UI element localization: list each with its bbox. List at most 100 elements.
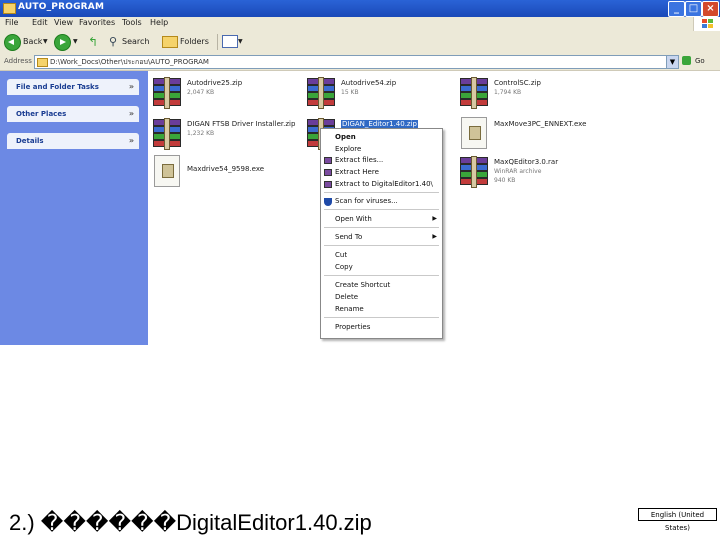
file-name: DIGAN_Editor1.40.zip (341, 120, 418, 128)
application-icon (461, 117, 487, 149)
folders-icon[interactable] (162, 33, 178, 51)
winrar-archive-icon (460, 77, 488, 109)
menu-separator (324, 317, 439, 318)
winrar-archive-icon (460, 156, 488, 188)
menu-bar: File Edit View Favorites Tools Help (0, 17, 720, 32)
folders-button[interactable]: Folders (180, 33, 209, 51)
winrar-icon (324, 157, 332, 164)
title-bar: AUTO_PROGRAM _ □ × (0, 0, 720, 17)
close-button[interactable]: × (702, 1, 719, 17)
menu-item-delete[interactable]: Delete (335, 293, 358, 301)
file-name: DIGAN FTSB Driver Installer.zip (187, 120, 296, 128)
submenu-arrow-icon: ▶ (432, 215, 437, 222)
file-item[interactable]: Autodrive54.zip 15 KB (307, 76, 457, 112)
menu-separator (324, 245, 439, 246)
menu-item-properties[interactable]: Properties (335, 323, 370, 331)
back-icon[interactable] (4, 34, 21, 51)
menu-item-open[interactable]: Open (335, 133, 356, 141)
menu-item-extract-files[interactable]: Extract files... (335, 156, 383, 164)
context-menu: Open Explore Extract files... Extract He… (320, 128, 443, 339)
go-label: Go (695, 57, 705, 65)
go-arrow-icon (682, 56, 691, 65)
window-title: AUTO_PROGRAM (18, 2, 105, 12)
slide-caption: 2.) ������DigitalEditor1.40.zip (9, 510, 372, 535)
file-item[interactable]: DIGAN FTSB Driver Installer.zip 1,232 KB (153, 117, 303, 153)
forward-icon[interactable] (54, 34, 71, 51)
minimize-button[interactable]: _ (668, 1, 685, 17)
file-name: Maxdrive54_9598.exe (187, 165, 265, 173)
menu-item-create-shortcut[interactable]: Create Shortcut (335, 281, 390, 289)
menu-separator (324, 275, 439, 276)
address-path[interactable]: D:\Work_Docs\Other\ประกอบ\AUTO_PROGRAM (50, 57, 209, 68)
winrar-archive-icon (153, 77, 181, 109)
menu-item-copy[interactable]: Copy (335, 263, 353, 271)
maximize-button[interactable]: □ (685, 1, 702, 17)
menu-separator (324, 209, 439, 210)
menu-separator (324, 192, 439, 193)
address-label: Address (4, 57, 32, 65)
winrar-icon (324, 181, 332, 188)
menu-view[interactable]: View (54, 18, 73, 27)
forward-dropdown-icon[interactable]: ▼ (73, 33, 78, 51)
toolbar-separator (217, 34, 218, 50)
collapse-chevron-icon[interactable]: » (129, 109, 134, 118)
collapse-chevron-icon[interactable]: » (129, 82, 134, 91)
back-button[interactable]: Back (23, 33, 42, 51)
address-field[interactable]: D:\Work_Docs\Other\ประกอบ\AUTO_PROGRAM (34, 55, 678, 69)
address-dropdown-icon[interactable]: ▼ (666, 55, 679, 69)
menu-item-rename[interactable]: Rename (335, 305, 364, 313)
folder-icon (3, 3, 16, 14)
task-section-details[interactable]: Details » (7, 133, 139, 149)
file-type: WinRAR archive (494, 168, 542, 175)
menu-favorites[interactable]: Favorites (79, 18, 115, 27)
collapse-chevron-icon[interactable]: » (129, 136, 134, 145)
file-item[interactable]: MaxQEditor3.0.rar WinRAR archive 940 KB (460, 155, 610, 191)
selected-file-name: DIGAN_Editor1.40.zip (341, 120, 418, 128)
go-button[interactable]: Go (682, 55, 716, 67)
menu-help[interactable]: Help (150, 18, 168, 27)
task-section-label: Other Places (16, 110, 67, 118)
views-dropdown-icon[interactable]: ▼ (238, 33, 243, 51)
search-icon[interactable]: ⚲ (109, 33, 117, 51)
folder-icon (37, 58, 48, 67)
menu-edit[interactable]: Edit (32, 18, 48, 27)
menu-item-scan-viruses[interactable]: Scan for viruses... (335, 197, 398, 205)
application-icon (154, 155, 180, 187)
file-name: Autodrive54.zip (341, 79, 397, 87)
task-pane: File and Folder Tasks » Other Places » Det… (0, 71, 148, 345)
menu-separator (324, 227, 439, 228)
file-size: 2,047 KB (187, 89, 215, 96)
up-folder-icon[interactable]: ↰ (88, 33, 98, 51)
file-size: 940 KB (494, 177, 516, 184)
file-item[interactable]: Autodrive25.zip 2,047 KB (153, 76, 303, 112)
file-item[interactable]: Maxdrive54_9598.exe (153, 155, 303, 191)
file-item[interactable]: ControlSC.zip 1,794 KB (460, 76, 610, 112)
language-indicator[interactable]: English (United States) (638, 508, 717, 532)
menu-item-send-to[interactable]: Send To (335, 233, 362, 241)
submenu-arrow-icon: ▶ (432, 233, 437, 240)
file-name: ControlSC.zip (494, 79, 541, 87)
menu-item-explore[interactable]: Explore (335, 145, 361, 153)
views-icon[interactable] (222, 33, 238, 51)
search-button[interactable]: Search (122, 33, 149, 51)
address-bar: Address D:\Work_Docs\Other\ประกอบ\AUTO_P… (0, 53, 720, 71)
toolbar: Back ▼ ▼ ↰ ⚲ Search Folders ▼ (0, 31, 720, 54)
file-item[interactable]: MaxMove3PC_ENNEXT.exe (460, 117, 610, 153)
file-size: 1,232 KB (187, 130, 215, 137)
menu-item-extract-to[interactable]: Extract to DigitalEditor1.40\ (335, 180, 433, 188)
task-section-file-folder[interactable]: File and Folder Tasks » (7, 79, 139, 95)
menu-item-extract-here[interactable]: Extract Here (335, 168, 379, 176)
menu-tools[interactable]: Tools (122, 18, 142, 27)
menu-item-cut[interactable]: Cut (335, 251, 347, 259)
task-section-label: Details (16, 137, 44, 145)
winrar-icon (324, 169, 332, 176)
menu-file[interactable]: File (5, 18, 18, 27)
task-section-other-places[interactable]: Other Places » (7, 106, 139, 122)
back-dropdown-icon[interactable]: ▼ (43, 33, 48, 51)
file-size: 15 KB (341, 89, 359, 96)
menu-item-open-with[interactable]: Open With (335, 215, 372, 223)
file-name: MaxQEditor3.0.rar (494, 158, 559, 166)
windows-logo-icon (693, 17, 720, 31)
file-name: Autodrive25.zip (187, 79, 243, 87)
winrar-archive-icon (153, 118, 181, 150)
